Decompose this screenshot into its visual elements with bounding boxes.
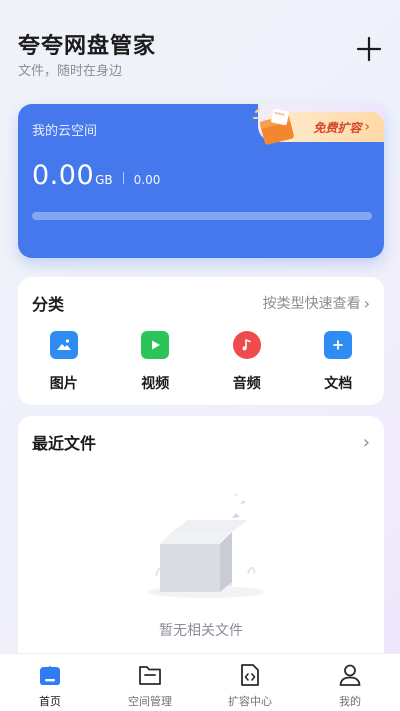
chevron-right-icon: › <box>364 119 370 135</box>
empty-state-text: 暂无相关文件 <box>159 623 243 639</box>
chevron-right-icon: › <box>363 293 370 313</box>
category-item-audio[interactable]: 音频 <box>201 331 293 393</box>
nav-profile[interactable]: 我的 <box>300 654 400 711</box>
app-title: 夸夸网盘管家 <box>18 34 157 59</box>
add-button[interactable] <box>354 34 384 64</box>
category-label: 音频 <box>232 376 261 392</box>
nav-label: 我的 <box>339 695 361 708</box>
category-item-videos[interactable]: 视频 <box>110 331 202 393</box>
code-file-icon <box>241 664 259 686</box>
category-label: 图片 <box>49 376 78 392</box>
category-label: 视频 <box>141 376 170 392</box>
storage-total-value: 0.00 <box>133 173 161 187</box>
category-item-documents[interactable]: 文档 <box>293 331 385 393</box>
plus-icon <box>356 36 382 62</box>
nav-space-management[interactable]: 空间管理 <box>100 654 200 711</box>
document-plus-icon <box>324 331 353 359</box>
nav-home[interactable]: 首页 <box>0 654 100 711</box>
chevron-right-icon: › <box>362 432 370 453</box>
storage-separator <box>122 172 124 184</box>
music-icon <box>232 331 261 359</box>
image-icon <box>49 331 78 359</box>
category-grid: 图片 视频 音频 文档 <box>18 331 384 393</box>
category-card: 分类 按类型快速查看 › 图片 视频 音频 文档 <box>18 277 384 405</box>
category-label: 文档 <box>324 376 353 392</box>
nav-label: 扩容中心 <box>228 695 272 708</box>
gift-box-icon <box>253 108 294 145</box>
storage-used-unit: GB <box>95 173 113 187</box>
folder-icon <box>139 666 161 685</box>
storage-used-value: 0.00 <box>32 160 95 191</box>
storage-card[interactable]: 免费扩容 › 我的云空间 0.00 GB 0.00 <box>18 104 384 258</box>
storage-label: 我的云空间 <box>32 124 98 139</box>
nav-expansion-center[interactable]: 扩容中心 <box>200 654 300 711</box>
video-icon <box>141 331 170 359</box>
storage-usage: 0.00 GB 0.00 <box>32 160 160 191</box>
storage-progress-bar <box>32 212 372 220</box>
empty-box-icon <box>148 493 264 598</box>
nav-label: 空间管理 <box>128 695 172 708</box>
category-title: 分类 <box>32 295 65 314</box>
recent-files-more-button[interactable]: › <box>360 432 370 453</box>
recent-files-card: 最近文件 › 暂无相关文件 <box>18 416 384 656</box>
bottom-nav: 首页 空间管理 扩容中心 我的 <box>0 653 400 711</box>
category-item-images[interactable]: 图片 <box>18 331 110 393</box>
category-quick-view-label: 按类型快速查看 <box>262 296 361 312</box>
category-quick-view-link[interactable]: 按类型快速查看 › <box>263 293 370 313</box>
home-icon <box>40 666 60 685</box>
user-icon <box>339 664 361 686</box>
nav-label: 首页 <box>39 695 61 708</box>
app-subtitle: 文件，随时在身边 <box>18 64 123 79</box>
free-expand-label: 免费扩容 <box>313 120 362 135</box>
recent-files-title: 最近文件 <box>32 434 97 453</box>
